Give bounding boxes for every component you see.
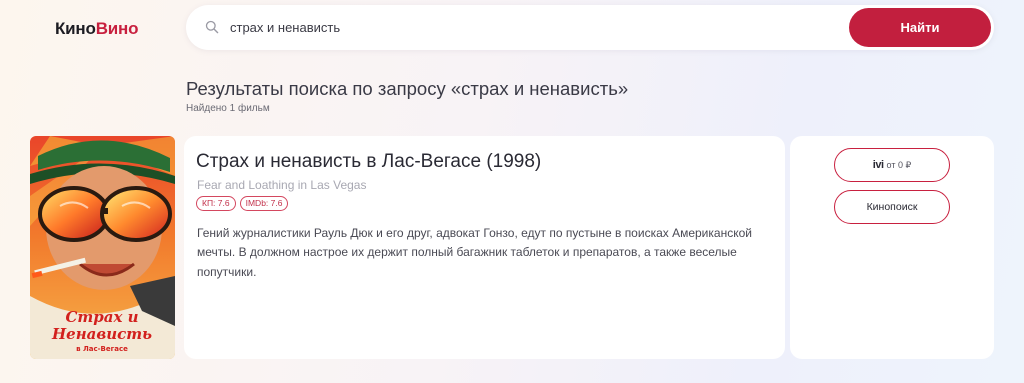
search-icon xyxy=(205,20,219,34)
ratings: КП: 7.6 IMDb: 7.6 xyxy=(196,196,289,211)
poster-title-line1: Страх и xyxy=(65,308,138,326)
film-title[interactable]: Страх и ненависть в Лас-Вегасе (1998) xyxy=(196,151,541,173)
film-card: Страх и ненависть в Лас-Вегасе (1998) Fe… xyxy=(184,136,785,359)
search-bar: Найти xyxy=(186,5,994,50)
site-logo[interactable]: КиноВино xyxy=(55,19,138,39)
ivi-price: от 0 ₽ xyxy=(886,159,912,170)
film-description: Гений журналистики Рауль Дюк и его друг,… xyxy=(197,226,752,279)
search-button[interactable]: Найти xyxy=(849,8,991,47)
search-input[interactable] xyxy=(230,5,830,50)
kp-rating-badge: КП: 7.6 xyxy=(196,196,236,211)
kinopoisk-button[interactable]: Кинопоиск xyxy=(834,190,950,224)
logo-part-vino: Вино xyxy=(95,19,139,38)
poster-title-line2: Ненависть xyxy=(51,325,152,343)
ivi-watch-button[interactable]: ivi от 0 ₽ xyxy=(834,148,950,182)
results-count: Найдено 1 фильм xyxy=(186,103,270,114)
film-original-title: Fear and Loathing in Las Vegas xyxy=(197,178,367,192)
film-poster[interactable]: Страх и Ненависть в Лас-Вегасе xyxy=(30,136,175,359)
poster-title-line3: в Лас-Вегасе xyxy=(76,345,128,353)
logo-part-kino: Кино xyxy=(55,19,96,38)
ivi-logo-icon: ivi xyxy=(872,159,884,171)
watch-options-card: ivi от 0 ₽ Кинопоиск xyxy=(790,136,994,359)
imdb-rating-badge: IMDb: 7.6 xyxy=(239,196,289,211)
poster-image: Страх и Ненависть в Лас-Вегасе xyxy=(30,136,175,359)
results-title: Результаты поиска по запросу «страх и не… xyxy=(186,78,629,99)
